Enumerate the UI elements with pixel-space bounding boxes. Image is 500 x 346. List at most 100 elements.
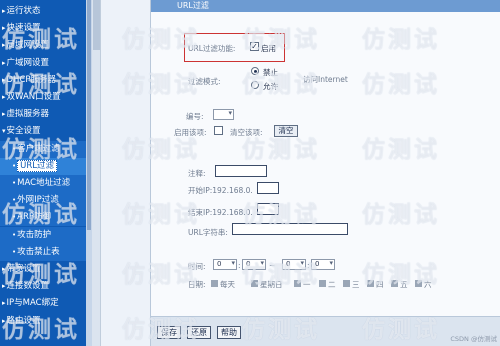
day-label: 六 bbox=[424, 280, 432, 289]
day-checkbox[interactable] bbox=[211, 280, 218, 287]
end-ip-label-text: 结束IP: bbox=[188, 208, 213, 217]
bullet-icon: • bbox=[12, 196, 17, 205]
sidebar-item[interactable]: ▸路由设置 bbox=[0, 313, 92, 330]
time-select[interactable]: 0 bbox=[242, 259, 266, 270]
sidebar-item-label: 外网IP过滤 bbox=[17, 195, 59, 206]
sidebar-item-label: 虚拟服务器 bbox=[6, 109, 50, 120]
time-separator: ~ bbox=[269, 261, 276, 270]
clear-button[interactable]: 清空 bbox=[274, 125, 298, 137]
enable-item-checkbox[interactable] bbox=[214, 126, 223, 135]
sidebar-item[interactable]: ▸广域网设置 bbox=[0, 55, 92, 72]
sidebar-item[interactable]: ▸局域网设置 bbox=[0, 37, 92, 54]
end-ip-prefix: 192.168.0. bbox=[212, 208, 253, 217]
day-checkbox[interactable] bbox=[391, 280, 398, 287]
day-checkbox[interactable] bbox=[294, 280, 301, 287]
sidebar-item-label: 运行状态 bbox=[6, 6, 41, 16]
sidebar-item[interactable]: ▸带宽设置 bbox=[0, 261, 92, 278]
arrow-icon: ▸ bbox=[2, 299, 6, 308]
sidebar-item-label: 双WAN口设置 bbox=[6, 92, 61, 102]
credit-text: CSDN @仿测试 bbox=[450, 335, 497, 343]
save-button[interactable]: 保存 bbox=[157, 326, 181, 339]
time-separator: : bbox=[307, 261, 310, 270]
day-checkbox[interactable] bbox=[415, 280, 422, 287]
mode-allow-radio[interactable] bbox=[251, 81, 259, 89]
sidebar-item[interactable]: ▸快速设置 bbox=[0, 20, 92, 37]
number-label: 编号: bbox=[186, 112, 204, 121]
sidebar-item[interactable]: ▸IP与MAC绑定 bbox=[0, 295, 92, 312]
action-bar: 保存 还原 帮助 bbox=[151, 316, 500, 346]
start-ip-prefix: 192.168.0. bbox=[212, 186, 253, 195]
sidebar-item[interactable]: •攻击防护 bbox=[0, 226, 92, 244]
mode-deny-radio[interactable] bbox=[251, 67, 259, 75]
sidebar-item-label: ARP防御 bbox=[17, 212, 51, 223]
sidebar-item-label: MAC地址过滤 bbox=[17, 178, 71, 188]
main-scrollbar[interactable] bbox=[92, 0, 101, 346]
sidebar-item-label: 客户端过滤 bbox=[17, 143, 60, 154]
sidebar-item[interactable]: •MAC地址过滤 bbox=[0, 175, 92, 192]
arrow-icon: ▸ bbox=[2, 75, 6, 84]
day-checkbox[interactable] bbox=[343, 280, 350, 287]
end-ip-input[interactable] bbox=[257, 203, 279, 215]
bullet-icon: • bbox=[12, 247, 17, 256]
enable-checkbox[interactable]: ✓ bbox=[250, 42, 259, 51]
sidebar-item[interactable]: ▸DHCP服务器 bbox=[0, 72, 92, 89]
sidebar-item[interactable]: ▾安全设置 bbox=[0, 123, 92, 140]
sidebar-item-label: 路由设置 bbox=[6, 315, 41, 326]
start-ip-label: 开始IP:192.168.0. bbox=[188, 185, 253, 196]
arrow-icon: ▸ bbox=[2, 265, 6, 273]
sidebar-item-label: 连接数设置 bbox=[6, 281, 50, 292]
clear-item-label: 清空该项: bbox=[230, 128, 263, 137]
sidebar-item[interactable]: ▸双WAN口设置 bbox=[0, 89, 92, 106]
bullet-icon: • bbox=[12, 213, 17, 222]
restore-button[interactable]: 还原 bbox=[187, 326, 211, 339]
day-label: 星期日 bbox=[260, 280, 283, 289]
end-ip-label: 结束IP:192.168.0. bbox=[188, 207, 253, 218]
arrow-icon: ▸ bbox=[2, 41, 6, 50]
sidebar-item[interactable]: •ARP防御 bbox=[0, 209, 92, 227]
sidebar-item[interactable]: ▸虚拟服务器 bbox=[0, 106, 92, 123]
bullet-icon: • bbox=[12, 161, 17, 170]
sidebar-item[interactable]: ▸连接数设置 bbox=[0, 278, 92, 295]
enable-item-label: 启用该项: bbox=[174, 128, 207, 137]
time-select[interactable]: 0 bbox=[311, 259, 335, 270]
time-label: 时间: bbox=[188, 262, 206, 271]
date-label: 日期: bbox=[188, 280, 206, 289]
time-separator: : bbox=[238, 261, 241, 270]
sidebar-item-label: IP与MAC绑定 bbox=[6, 298, 59, 309]
day-checkbox[interactable] bbox=[367, 280, 374, 287]
start-ip-input[interactable] bbox=[257, 182, 279, 194]
time-select[interactable]: 0 bbox=[282, 259, 306, 270]
sidebar-item[interactable]: •客户端过滤 bbox=[0, 140, 92, 158]
main-scroll-thumb[interactable] bbox=[93, 0, 100, 50]
arrow-icon: ▸ bbox=[2, 93, 6, 101]
number-select[interactable] bbox=[213, 109, 234, 120]
arrow-icon: ▸ bbox=[2, 24, 6, 33]
day-label: 二 bbox=[328, 280, 336, 289]
sidebar-item[interactable]: •外网IP过滤 bbox=[0, 192, 92, 210]
url-filter-panel: URL过滤 URL过滤功能: ✓ 启用 过滤模式: 禁止 允许 访问Intern… bbox=[150, 0, 500, 346]
arrow-icon: ▾ bbox=[2, 127, 6, 136]
day-label: 五 bbox=[400, 280, 408, 289]
sidebar-item-label: 带宽设置 bbox=[6, 264, 41, 274]
bullet-icon: • bbox=[12, 230, 17, 239]
arrow-icon: ▸ bbox=[2, 110, 6, 119]
sidebar-item-label: 安全设置 bbox=[6, 126, 41, 137]
bullet-icon: • bbox=[12, 144, 17, 153]
sidebar-item[interactable]: ▸运行状态 bbox=[0, 3, 92, 20]
sidebar-item[interactable]: • URL过滤 bbox=[0, 157, 92, 175]
panel-title: URL过滤 bbox=[151, 0, 500, 12]
day-checkbox[interactable] bbox=[319, 280, 326, 287]
sidebar-scroll-thumb[interactable] bbox=[87, 0, 91, 230]
mode-allow-label: 允许 bbox=[263, 82, 278, 91]
note-input[interactable] bbox=[215, 165, 267, 177]
day-checkbox[interactable] bbox=[251, 280, 258, 287]
enable-checkbox-text: 启用 bbox=[261, 44, 276, 53]
url-input[interactable] bbox=[232, 223, 348, 235]
help-button[interactable]: 帮助 bbox=[217, 326, 241, 339]
time-select[interactable]: 0 bbox=[213, 259, 237, 270]
start-ip-label-text: 开始IP: bbox=[188, 186, 213, 195]
sidebar-item-label: 攻击禁止表 bbox=[17, 246, 60, 257]
sidebar-item-label: 快速设置 bbox=[6, 23, 41, 34]
sidebar-item[interactable]: •攻击禁止表 bbox=[0, 243, 92, 261]
bullet-icon: • bbox=[12, 179, 17, 187]
